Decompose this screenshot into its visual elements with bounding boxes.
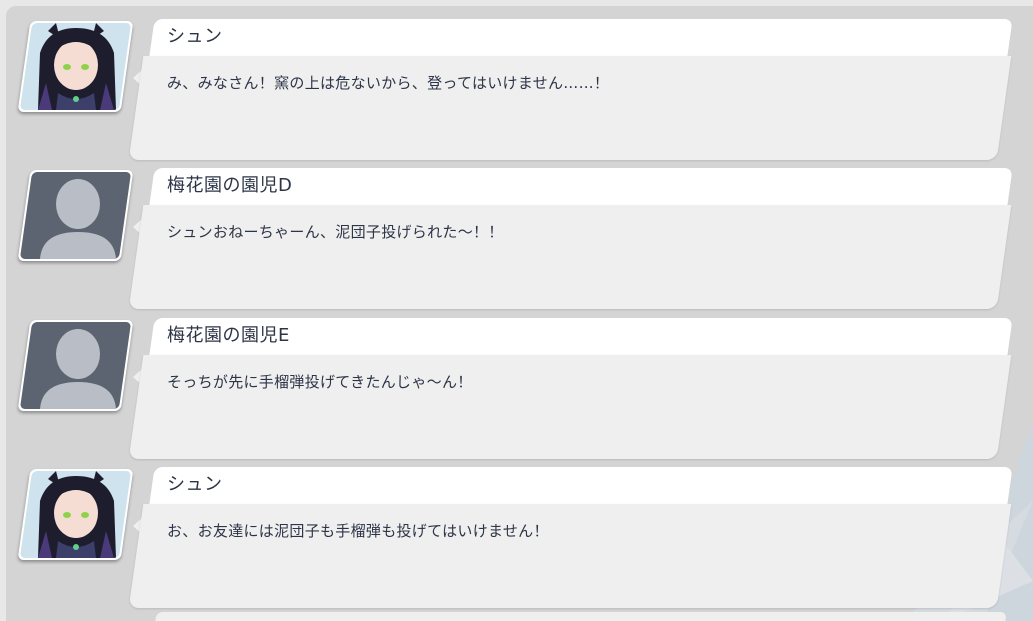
speaker-name: 梅花園の園児E — [167, 325, 290, 346]
log-entry: シュン み、みなさん！窯の上は危ないから、登ってはいけません……！ — [6, 12, 1033, 160]
speaker-name-bar — [149, 19, 1013, 56]
next-entry-edge — [155, 612, 1007, 621]
avatar — [17, 170, 134, 261]
shun-portrait-icon — [19, 471, 132, 558]
dialogue-text: シュンおねーちゃーん、泥団子投げられた〜！！ — [167, 223, 504, 241]
silhouette-placeholder-icon — [19, 172, 132, 259]
dialogue-text: み、みなさん！窯の上は危ないから、登ってはいけません……！ — [167, 74, 610, 92]
avatar — [17, 469, 134, 560]
avatar — [17, 21, 134, 112]
log-entry: シュン お、お友達には泥団子も手榴弾も投げてはいけません！ — [6, 460, 1033, 608]
speaker-name: 梅花園の園児D — [167, 175, 293, 196]
avatar — [17, 320, 134, 411]
silhouette-placeholder-icon — [19, 322, 132, 409]
log-entry: 梅花園の園児E そっちが先に手榴弾投げてきたんじゃ〜ん！ — [6, 311, 1033, 459]
shun-portrait-icon — [19, 23, 132, 110]
speaker-name: シュン — [167, 26, 223, 47]
log-entry: 梅花園の園児D シュンおねーちゃーん、泥団子投げられた〜！！ — [6, 161, 1033, 309]
dialogue-log-window[interactable]: シュン み、みなさん！窯の上は危ないから、登ってはいけません……！ 梅花園の園児… — [6, 6, 1033, 621]
dialogue-text: お、お友達には泥団子も手榴弾も投げてはいけません！ — [167, 522, 549, 540]
dialogue-text: そっちが先に手榴弾投げてきたんじゃ〜ん！ — [167, 373, 473, 391]
speaker-name-bar — [149, 467, 1013, 504]
speaker-name: シュン — [167, 474, 223, 495]
